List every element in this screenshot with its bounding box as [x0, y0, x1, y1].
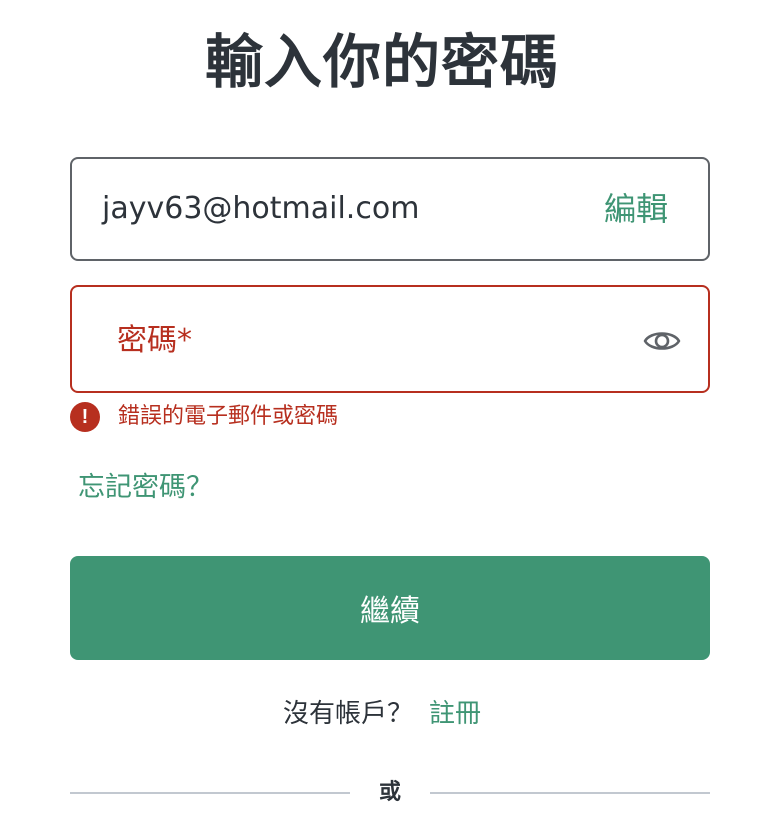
error-icon: ! — [70, 402, 100, 432]
password-input[interactable] — [116, 317, 620, 365]
signup-link[interactable]: 註冊 — [429, 699, 481, 729]
error-message: 錯誤的電子郵件或密碼 — [118, 404, 339, 429]
no-account-text: 沒有帳戶？ — [282, 699, 413, 729]
edit-email-link[interactable]: 編輯 — [604, 189, 668, 229]
divider-or-text: 或 — [378, 780, 401, 805]
continue-button[interactable]: 繼續 — [70, 556, 710, 660]
email-value: jayv63@hotmail.com — [102, 191, 420, 226]
divider-line-left — [70, 792, 350, 794]
signup-row: 沒有帳戶？ 註冊 — [0, 696, 764, 732]
error-message-row: ! 錯誤的電子郵件或密碼 — [70, 401, 338, 433]
page-title: 輸入你的密碼 — [204, 28, 559, 96]
eye-icon[interactable] — [642, 321, 682, 361]
forgot-password-link[interactable]: 忘記密碼？ — [78, 470, 213, 506]
password-field[interactable]: 密碼* — [70, 285, 710, 393]
divider-line-right — [430, 792, 710, 794]
email-display-field: jayv63@hotmail.com 編輯 — [70, 157, 710, 261]
